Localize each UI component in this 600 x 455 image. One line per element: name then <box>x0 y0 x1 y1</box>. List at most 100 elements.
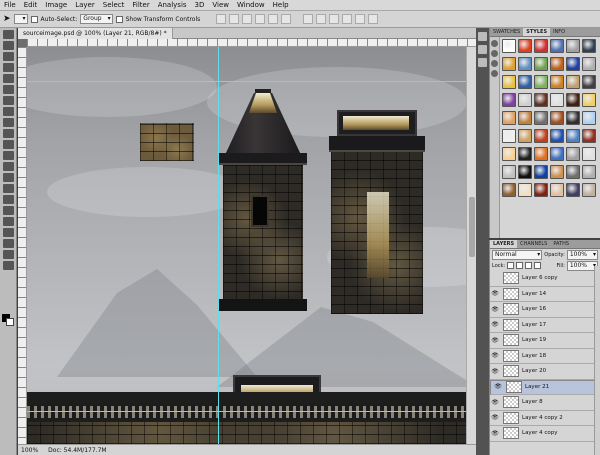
style-swatch[interactable] <box>502 129 516 143</box>
distribute-left-button[interactable] <box>342 14 353 24</box>
healing-brush-tool-icon[interactable] <box>3 96 14 105</box>
lock-transparency-icon[interactable] <box>507 262 515 269</box>
style-swatch[interactable] <box>582 57 596 71</box>
zoom-level[interactable]: 100% <box>21 447 38 454</box>
style-swatch[interactable] <box>566 111 580 125</box>
align-hcenter-button[interactable] <box>268 14 279 24</box>
marquee-tool-icon[interactable] <box>3 41 14 50</box>
menu-file[interactable]: File <box>0 0 20 11</box>
align-right-button[interactable] <box>281 14 292 24</box>
guide-vertical[interactable] <box>218 47 219 444</box>
style-swatch[interactable] <box>582 93 596 107</box>
navigator-icon[interactable] <box>491 70 498 77</box>
shape-tool-icon[interactable] <box>3 217 14 226</box>
style-swatch[interactable] <box>550 75 564 89</box>
style-swatch[interactable] <box>566 165 580 179</box>
blur-tool-icon[interactable] <box>3 162 14 171</box>
visibility-eye-icon[interactable]: 👁 <box>490 286 500 301</box>
background-color-swatch[interactable] <box>6 318 14 326</box>
3d-camera-tool-icon[interactable] <box>3 239 14 248</box>
style-swatch[interactable] <box>502 147 516 161</box>
tab-layers[interactable]: LAYERS <box>490 240 518 248</box>
menu-select[interactable]: Select <box>99 0 129 11</box>
visibility-eye-icon[interactable] <box>490 271 500 286</box>
menu-filter[interactable]: Filter <box>128 0 153 11</box>
style-swatch[interactable] <box>518 129 532 143</box>
eraser-tool-icon[interactable] <box>3 140 14 149</box>
style-swatch[interactable] <box>534 147 548 161</box>
style-swatch[interactable] <box>582 75 596 89</box>
style-swatch[interactable] <box>534 129 548 143</box>
menu-edit[interactable]: Edit <box>20 0 42 11</box>
vertical-scrollbar[interactable] <box>466 47 476 444</box>
style-swatch[interactable] <box>566 93 580 107</box>
menu-layer[interactable]: Layer <box>71 0 99 11</box>
style-swatch[interactable] <box>550 93 564 107</box>
style-swatch[interactable] <box>566 183 580 197</box>
style-swatch[interactable] <box>518 75 532 89</box>
history-brush-tool-icon[interactable] <box>3 129 14 138</box>
layer-row[interactable]: 👁 Layer 4 copy 2 <box>490 410 600 426</box>
style-swatch[interactable] <box>566 147 580 161</box>
style-swatch[interactable] <box>550 183 564 197</box>
lock-all-icon[interactable] <box>534 262 542 269</box>
style-swatch[interactable] <box>534 183 548 197</box>
style-swatch[interactable] <box>534 93 548 107</box>
style-swatch[interactable] <box>582 111 596 125</box>
tab-swatches[interactable]: SWATCHES <box>490 28 523 36</box>
style-swatch[interactable] <box>518 57 532 71</box>
visibility-eye-icon[interactable]: 👁 <box>490 348 500 363</box>
layers-scrollbar[interactable] <box>594 266 600 455</box>
style-swatch[interactable] <box>518 93 532 107</box>
style-swatch[interactable] <box>550 57 564 71</box>
distribute-right-button[interactable] <box>368 14 379 24</box>
style-swatch[interactable] <box>582 147 596 161</box>
tab-paths[interactable]: PATHS <box>550 240 572 248</box>
visibility-eye-icon[interactable]: 👁 <box>490 364 500 379</box>
visibility-eye-icon[interactable]: 👁 <box>490 395 500 410</box>
canvas[interactable] <box>27 47 466 444</box>
horizontal-ruler[interactable] <box>27 39 476 47</box>
document-tab[interactable]: sourceimage.psd @ 100% (Layer 21, RGB/8#… <box>18 27 173 39</box>
path-select-tool-icon[interactable] <box>3 206 14 215</box>
style-swatch[interactable] <box>502 75 516 89</box>
style-swatch[interactable] <box>566 75 580 89</box>
guide-horizontal[interactable] <box>27 411 466 412</box>
visibility-eye-icon[interactable]: 👁 <box>490 410 500 425</box>
type-tool-icon[interactable] <box>3 195 14 204</box>
lock-pixels-icon[interactable] <box>516 262 524 269</box>
tab-channels[interactable]: CHANNELS <box>517 240 550 248</box>
crop-tool-icon[interactable] <box>3 74 14 83</box>
clone-stamp-tool-icon[interactable] <box>3 118 14 127</box>
tab-styles[interactable]: STYLES <box>523 28 551 36</box>
style-swatch[interactable] <box>534 57 548 71</box>
style-swatch[interactable] <box>518 39 532 53</box>
distribute-hcenter-button[interactable] <box>355 14 366 24</box>
brush-panel-icon[interactable] <box>478 58 487 67</box>
actions-panel-icon[interactable] <box>478 45 487 54</box>
menu-help[interactable]: Help <box>269 0 293 11</box>
layer-row[interactable]: 👁 Layer 17 <box>490 317 600 333</box>
zoom-tool-icon[interactable] <box>3 261 14 270</box>
hand-tool-icon[interactable] <box>3 250 14 259</box>
style-swatch[interactable] <box>582 183 596 197</box>
align-bottom-button[interactable] <box>242 14 253 24</box>
style-swatch[interactable] <box>550 129 564 143</box>
opacity-field[interactable]: 100% <box>566 249 598 260</box>
masks-icon[interactable] <box>491 50 498 57</box>
auto-select-dropdown[interactable]: Group <box>80 14 113 24</box>
style-swatch[interactable] <box>550 111 564 125</box>
style-swatch[interactable] <box>566 129 580 143</box>
style-swatch[interactable] <box>502 165 516 179</box>
layer-row[interactable]: 👁 Layer 19 <box>490 333 600 349</box>
tab-info[interactable]: INFO <box>550 28 568 36</box>
quick-select-tool-icon[interactable] <box>3 63 14 72</box>
history-panel-icon[interactable] <box>478 32 487 41</box>
move-arrow-icon[interactable]: ➤ <box>3 14 11 24</box>
style-swatch[interactable] <box>502 57 516 71</box>
style-swatch[interactable] <box>550 147 564 161</box>
align-left-button[interactable] <box>255 14 266 24</box>
3d-rotate-tool-icon[interactable] <box>3 228 14 237</box>
auto-select-checkbox[interactable] <box>30 15 38 23</box>
visibility-eye-icon[interactable]: 👁 <box>490 333 500 348</box>
